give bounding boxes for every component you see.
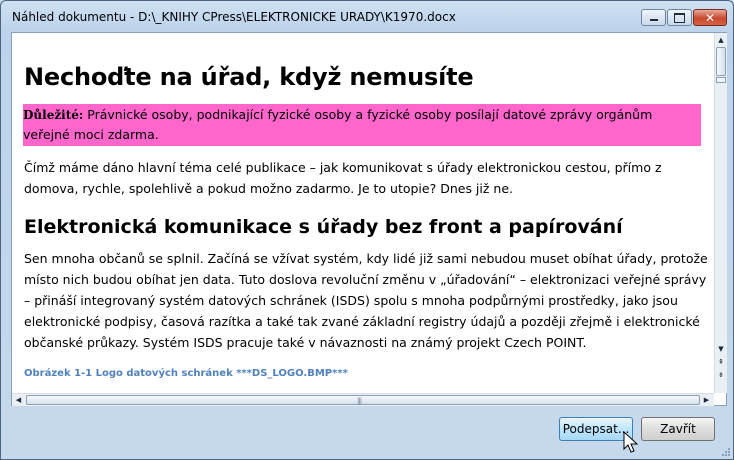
page-down-icon[interactable]: ⇟ xyxy=(715,368,727,381)
figure-caption: Obrázek 1-1 Logo datových schránek ***DS… xyxy=(24,368,348,379)
vertical-scroll-thumb[interactable] xyxy=(716,47,726,76)
window-title: Náhled dokumentu - D:\_KNIHY CPress\ELEK… xyxy=(12,10,456,24)
resize-grip-icon[interactable] xyxy=(721,447,731,457)
document-preview[interactable]: Nechoďte na úřad, když nemusíte Důležité… xyxy=(11,32,727,406)
note-label: Důležité: xyxy=(23,108,84,122)
scroll-right-icon[interactable]: ▶ xyxy=(700,394,713,406)
mouse-cursor-icon xyxy=(623,431,639,453)
heading-1: Nechoďte na úřad, když nemusíte xyxy=(24,63,474,91)
horizontal-scrollbar[interactable]: ◀ ||| ▶ xyxy=(12,393,714,406)
preview-window: Náhled dokumentu - D:\_KNIHY CPress\ELEK… xyxy=(0,0,734,460)
minimize-icon xyxy=(649,19,658,21)
document-content: Nechoďte na úřad, když nemusíte Důležité… xyxy=(12,33,714,393)
scroll-down-icon[interactable]: ▼ xyxy=(715,342,727,355)
important-note: Důležité: Právnické osoby, podnikající f… xyxy=(23,105,699,144)
grip-icon: ||| xyxy=(357,397,362,405)
heading-2: Elektronická komunikace s úřady bez fron… xyxy=(24,216,623,238)
scroll-up-icon[interactable]: ▲ xyxy=(715,33,727,46)
title-bar[interactable]: Náhled dokumentu - D:\_KNIHY CPress\ELEK… xyxy=(1,1,733,31)
minimize-button[interactable] xyxy=(641,9,666,26)
close-button[interactable]: Zavřít xyxy=(641,417,715,441)
close-icon: ✕ xyxy=(704,10,716,25)
paragraph-2: Sen mnoha občanů se splnil. Začíná se vž… xyxy=(24,251,708,350)
maximize-button[interactable] xyxy=(667,9,692,26)
maximize-icon xyxy=(674,12,685,23)
vertical-scrollbar[interactable]: ▲ ▼ ⇞ ⇟ xyxy=(714,33,727,393)
close-window-button[interactable]: ✕ xyxy=(693,9,727,26)
paragraph-1: Čímž máme dáno hlavní téma celé publikac… xyxy=(24,160,662,196)
note-text: Právnické osoby, podnikající fyzické oso… xyxy=(23,107,653,142)
page-up-icon[interactable]: ⇞ xyxy=(715,355,727,368)
sign-button[interactable]: Podepsat... xyxy=(559,417,633,441)
vertical-scroll-thumb-grip xyxy=(716,77,726,83)
horizontal-scroll-thumb[interactable]: ||| xyxy=(26,395,700,405)
scroll-left-icon[interactable]: ◀ xyxy=(12,394,25,406)
